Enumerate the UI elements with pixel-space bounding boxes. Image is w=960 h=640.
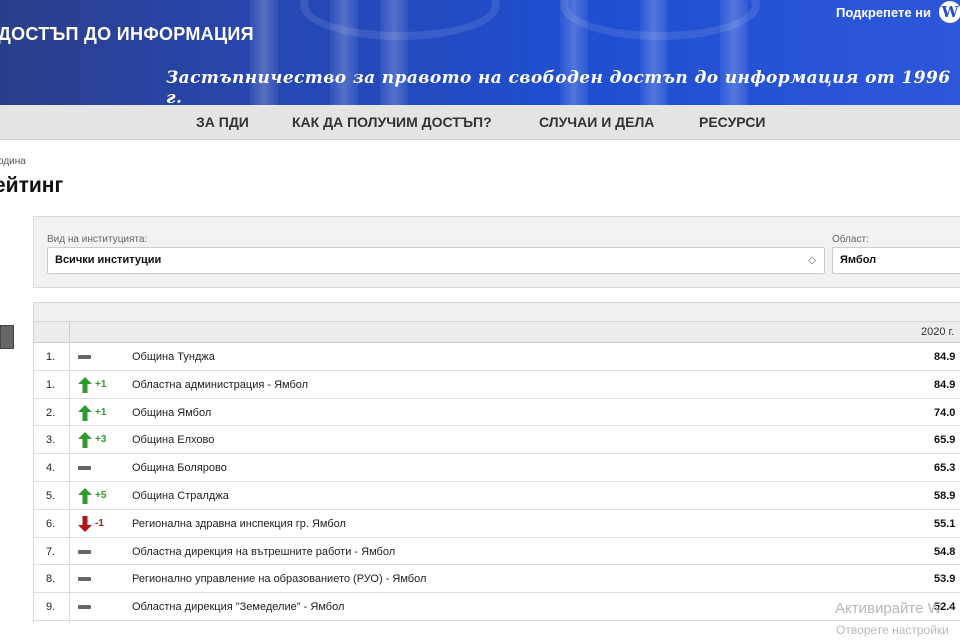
dash-icon — [78, 577, 91, 582]
column-divider — [69, 322, 70, 343]
institution-name[interactable]: Регионално управление на образованието (… — [132, 573, 426, 585]
rank-number: 3. — [46, 434, 56, 447]
activation-watermark-settings: Отворете настройки — [836, 623, 949, 637]
year-column-header[interactable]: 2020 г. — [921, 326, 954, 338]
score-value: 84.9 — [934, 378, 956, 391]
institution-name[interactable]: Община Стралджа — [132, 490, 229, 502]
rank-change: +1 — [95, 378, 107, 390]
nav-item-how-to-access[interactable]: КАК ДА ПОЛУЧИМ ДОСТЪП? — [292, 114, 492, 130]
ranking-table: 2020 г. 1. Община Тунджа 84.9 1. +1 Областна … — [33, 302, 960, 623]
rank-number: 8. — [46, 573, 56, 586]
table-header-row: 2020 г. — [34, 322, 960, 343]
table-row[interactable]: 8. Регионално управление на образованието… — [34, 565, 960, 594]
region-select[interactable]: Ямбол — [832, 247, 960, 274]
table-toolbar — [34, 303, 960, 322]
wordpress-icon[interactable]: W — [939, 1, 960, 23]
dash-icon — [78, 605, 91, 610]
score-value: 65.9 — [934, 434, 956, 447]
dash-icon — [78, 549, 91, 554]
rank-number: 2. — [46, 406, 56, 419]
rank-number: 1. — [46, 351, 56, 363]
rank-change: +1 — [95, 406, 107, 418]
rank-number: 1. — [46, 378, 56, 391]
site-header: ДОСТЪП ДО ИНФОРМАЦИЯ Застъпничество за п… — [0, 0, 960, 105]
chevron-updown-icon: ◇ — [808, 255, 816, 266]
activation-watermark: Активирайте W — [835, 600, 942, 617]
arrow-up-icon — [78, 432, 92, 449]
arrow-up-icon — [78, 404, 92, 421]
main-nav: ЗА ПДИ КАК ДА ПОЛУЧИМ ДОСТЪП? СЛУЧАИ И Д… — [0, 105, 960, 140]
institution-name[interactable]: Община Елхово — [132, 434, 214, 446]
dash-icon — [78, 355, 91, 359]
institution-type-label: Вид на институцията: — [47, 234, 148, 245]
site-title[interactable]: ДОСТЪП ДО ИНФОРМАЦИЯ — [0, 24, 254, 45]
table-row[interactable]: 6. -1 Регионална здравна инспекция гр. Ямб… — [34, 510, 960, 538]
score-value: 84.9 — [934, 351, 956, 363]
institution-name[interactable]: Община Тунджа — [132, 351, 215, 363]
page-title: ейтинг — [0, 174, 64, 197]
score-value: 55.1 — [934, 517, 956, 530]
score-value: 58.9 — [934, 489, 956, 502]
rank-number: 9. — [46, 601, 56, 614]
rank-change: -1 — [95, 517, 104, 529]
institution-type-select[interactable]: Всички институции ◇ — [47, 247, 825, 274]
region-value: Ямбол — [840, 254, 877, 266]
rank-number: 6. — [46, 517, 56, 530]
table-row[interactable]: 4. Община Болярово 65.3 — [34, 454, 960, 482]
region-label: Област: — [832, 234, 869, 245]
arrow-down-icon — [78, 515, 92, 532]
filter-panel: Вид на институцията: Всички институции ◇… — [33, 216, 960, 288]
table-row[interactable]: 9. Областна дирекция "Земеделие" - Ямбол 5… — [34, 593, 960, 621]
table-row[interactable]: 7. Областна дирекция на вътрешните работи… — [34, 538, 960, 566]
support-us-link[interactable]: Подкрепете ни — [836, 5, 931, 20]
table-body: 1. Община Тунджа 84.9 1. +1 Областна админист… — [34, 343, 960, 621]
rank-change: +5 — [95, 489, 107, 501]
table-row[interactable]: 2. +1 Община Ямбол 74.0 — [34, 399, 960, 427]
score-value: 53.9 — [934, 573, 956, 586]
rank-number: 5. — [46, 489, 56, 502]
breadcrumb[interactable]: одина — [0, 156, 26, 167]
arrow-up-icon — [78, 487, 92, 504]
institution-name[interactable]: Областна администрация - Ямбол — [132, 379, 308, 391]
table-row[interactable]: 3. +3 Община Елхово 65.9 — [34, 426, 960, 455]
dash-icon — [78, 466, 91, 471]
table-row[interactable]: 1. +1 Областна администрация - Ямбол 84.9 — [34, 371, 960, 399]
institution-type-value: Всички институции — [55, 254, 162, 266]
rank-number: 7. — [46, 545, 56, 558]
score-value: 65.3 — [934, 462, 956, 475]
table-row[interactable]: 1. Община Тунджа 84.9 — [34, 343, 960, 371]
side-toggle-button[interactable] — [0, 325, 14, 349]
score-value: 54.8 — [934, 545, 956, 558]
rank-number: 4. — [46, 462, 56, 475]
nav-item-about[interactable]: ЗА ПДИ — [196, 114, 249, 130]
institution-name[interactable]: Община Ямбол — [132, 407, 211, 419]
score-value: 74.0 — [934, 406, 956, 419]
institution-name[interactable]: Регионална здравна инспекция гр. Ямбол — [132, 518, 346, 530]
rank-change: +3 — [95, 434, 107, 446]
table-row[interactable]: 5. +5 Община Стралджа 58.9 — [34, 482, 960, 510]
institution-name[interactable]: Община Болярово — [132, 462, 227, 474]
institution-name[interactable]: Областна дирекция на вътрешните работи -… — [132, 546, 395, 558]
site-tagline: Застъпничество за правото на свободен до… — [166, 68, 951, 105]
arrow-up-icon — [78, 376, 92, 393]
nav-item-cases[interactable]: СЛУЧАИ И ДЕЛА — [539, 114, 654, 130]
institution-name[interactable]: Областна дирекция "Земеделие" - Ямбол — [132, 601, 344, 613]
nav-item-resources[interactable]: РЕСУРСИ — [699, 114, 765, 130]
